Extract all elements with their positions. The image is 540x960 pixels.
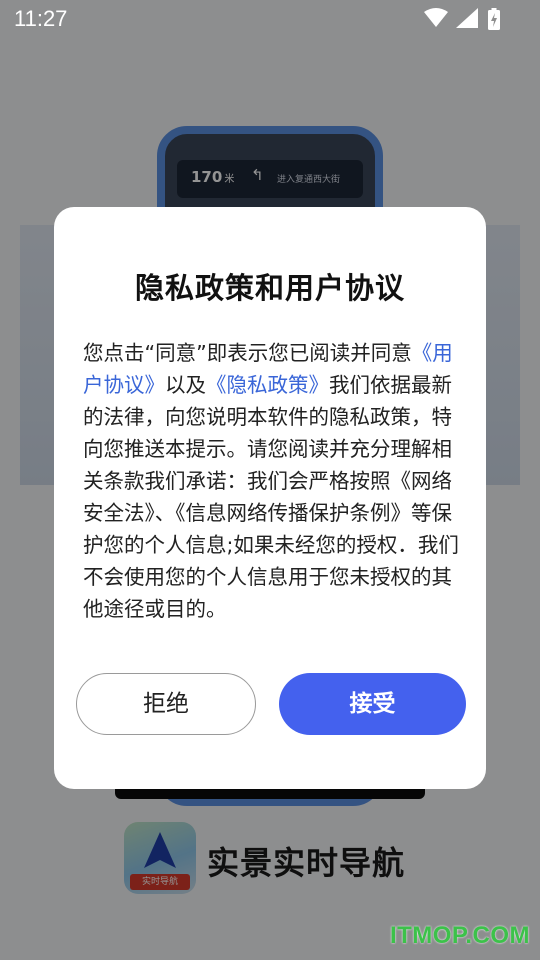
status-bar: 11:27 xyxy=(0,0,540,38)
watermark: ITMOP.COM xyxy=(389,922,530,949)
privacy-policy-link[interactable]: 《隐私政策》 xyxy=(206,373,329,397)
dialog-body[interactable]: 您点击“同意”即表示您已阅读并同意《用户协议》以及《隐私政策》我们依据最新的法律… xyxy=(83,337,461,627)
dialog-title: 隐私政策和用户协议 xyxy=(134,271,405,305)
cellular-signal-icon xyxy=(456,8,478,28)
privacy-dialog: 隐私政策和用户协议 您点击“同意”即表示您已阅读并同意《用户协议》以及《隐私政策… xyxy=(54,207,486,789)
dialog-and-text: 以及 xyxy=(165,373,206,397)
accept-button[interactable]: 接受 xyxy=(279,673,466,735)
dialog-intro-text: 您点击“同意”即表示您已阅读并同意 xyxy=(83,341,412,365)
reject-button[interactable]: 拒绝 xyxy=(76,673,256,735)
wifi-icon xyxy=(424,8,448,27)
status-time: 11:27 xyxy=(14,6,68,31)
battery-charging-icon xyxy=(488,8,500,30)
dialog-rest-text: 我们依据最新的法律，向您说明本软件的隐私政策，特向您推送本提示。请您阅读并充分理… xyxy=(83,373,459,621)
